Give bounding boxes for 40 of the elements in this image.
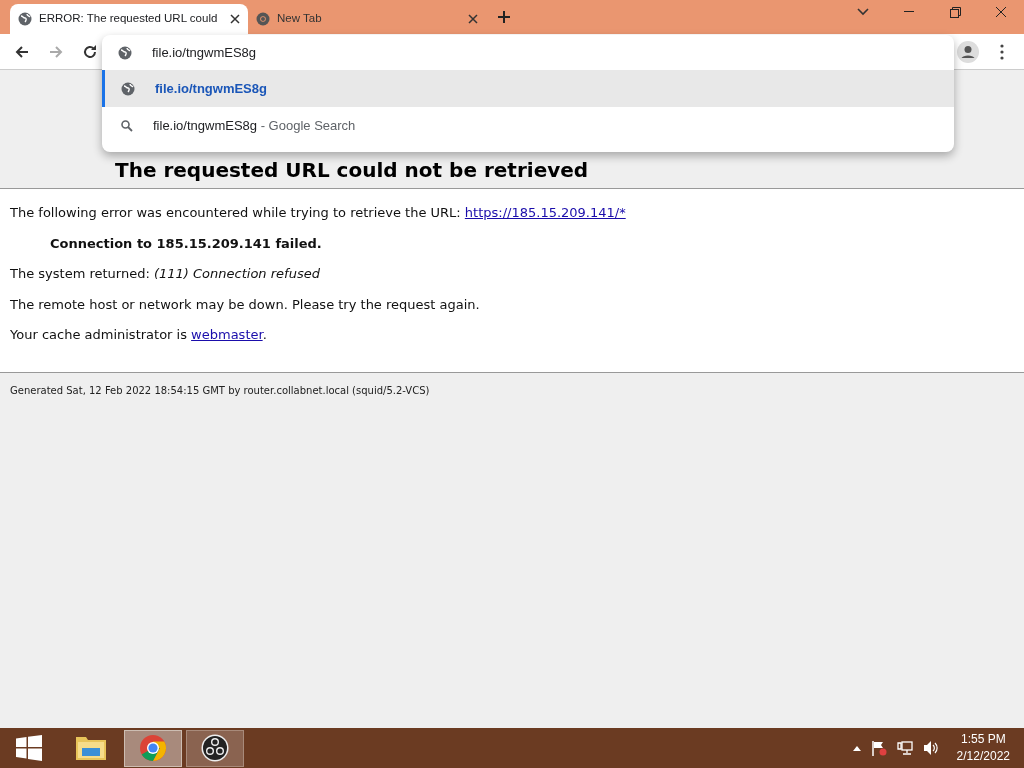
system-message: The system returned: (111) Connection refused	[10, 265, 321, 283]
chevron-icon	[857, 8, 869, 16]
browser-tab[interactable]: New Tab	[248, 4, 486, 34]
close-icon[interactable]	[468, 14, 478, 24]
globe-icon	[18, 12, 32, 26]
person-icon	[957, 40, 979, 63]
suggestion-item[interactable]: file.io/tngwmES8g - Google Search	[102, 107, 954, 144]
error-message: The following error was encountered while trying to retrieve the URL: https://185.15.209.141/*	[10, 204, 627, 222]
forward-icon	[48, 43, 64, 60]
clock-date: 2/12/2022	[956, 748, 1010, 765]
taskbar-app[interactable]	[124, 729, 182, 767]
browser-tab[interactable]: ERROR: The requested URL could	[10, 4, 248, 34]
back-icon	[14, 43, 30, 60]
folder-icon	[75, 734, 107, 762]
taskbar-app[interactable]	[186, 729, 244, 767]
restore-icon	[949, 6, 961, 18]
windows-icon	[16, 735, 42, 761]
close-icon[interactable]	[230, 14, 240, 24]
speaker-icon[interactable]	[922, 740, 939, 756]
flag-icon[interactable]	[870, 740, 887, 756]
reload-icon	[82, 43, 98, 60]
plus-icon	[498, 11, 510, 23]
globe-icon	[121, 81, 135, 96]
kebab-icon	[1000, 43, 1004, 60]
advice-text: The remote host or network may be down. Please try the request again.	[10, 295, 481, 314]
error-detail: Connection to 185.15.209.141 failed.	[49, 234, 323, 253]
globe-icon	[118, 45, 132, 60]
obs-icon	[201, 734, 229, 762]
close-icon	[996, 7, 1006, 17]
webmaster-link[interactable]: webmaster	[191, 327, 263, 342]
admin-text: Your cache administrator is webmaster.	[10, 326, 268, 344]
search-icon	[121, 119, 133, 132]
minimize-icon	[904, 11, 914, 13]
suggestion-item[interactable]: file.io/tngwmES8g	[102, 70, 954, 107]
footer-text: Generated Sat, 12 Feb 2022 18:54:15 GMT by router.collabnet.local (squid/5.2-VCS)	[9, 384, 431, 398]
clock-time: 1:55 PM	[959, 731, 1007, 748]
page-heading: The requested URL could not be retrieved	[115, 158, 590, 182]
caret-icon[interactable]	[852, 745, 861, 751]
url-link[interactable]: https://185.15.209.141/*	[464, 205, 626, 220]
network-icon[interactable]	[896, 740, 913, 756]
